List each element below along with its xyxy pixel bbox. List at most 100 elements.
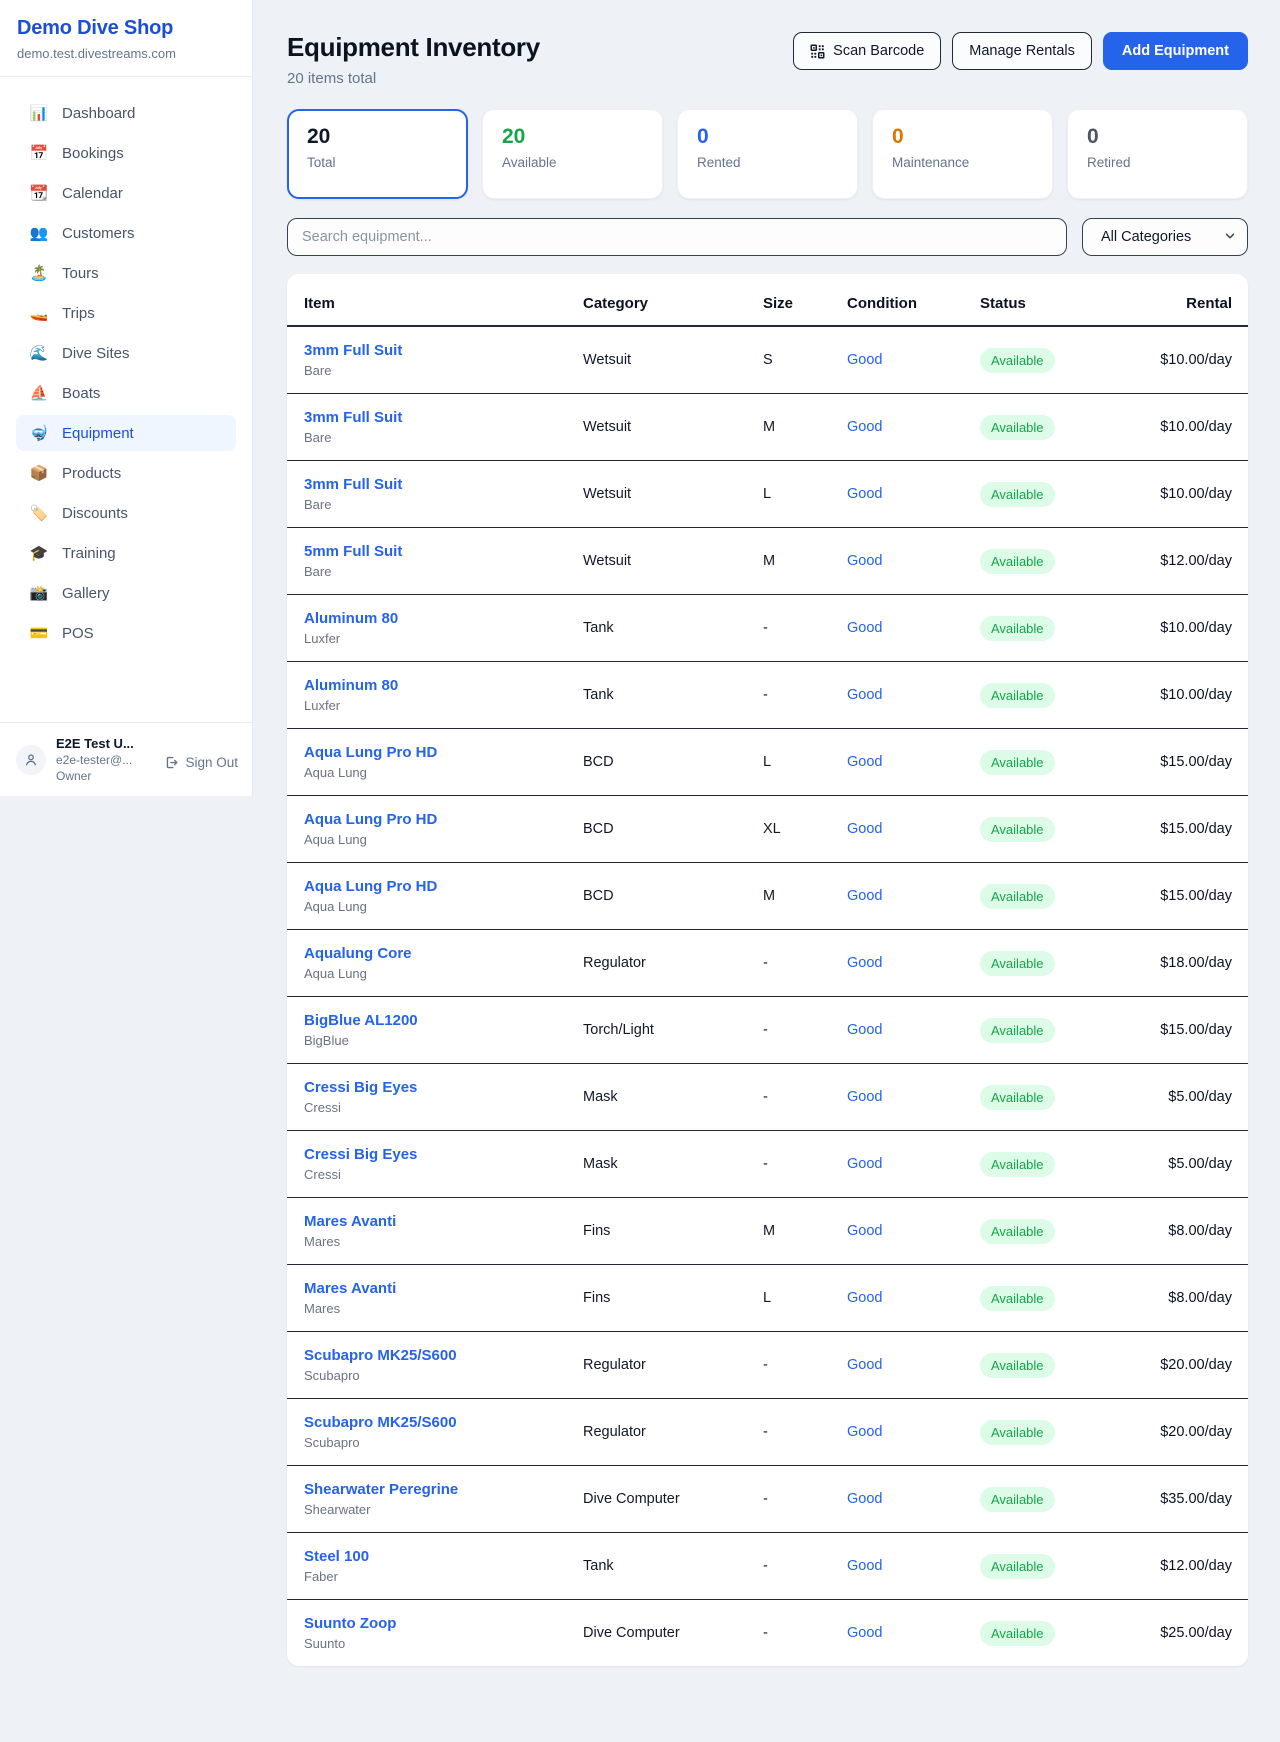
sidebar-item-calendar[interactable]: 📆 Calendar bbox=[16, 175, 236, 211]
item-brand: Scubapro bbox=[304, 1435, 583, 1450]
sidebar-item-bookings[interactable]: 📅 Bookings bbox=[16, 135, 236, 171]
item-rental: $8.00/day bbox=[1106, 1198, 1248, 1265]
sidebar-item-discounts[interactable]: 🏷️ Discounts bbox=[16, 495, 236, 531]
condition-link[interactable]: Good bbox=[847, 955, 882, 971]
col-status: Status bbox=[980, 274, 1106, 326]
item-name-link[interactable]: Aluminum 80 bbox=[304, 610, 583, 627]
col-rental: Rental bbox=[1106, 274, 1248, 326]
item-name-link[interactable]: Aluminum 80 bbox=[304, 677, 583, 694]
sign-out-button[interactable]: Sign Out bbox=[164, 755, 238, 770]
condition-link[interactable]: Good bbox=[847, 1089, 882, 1105]
status-badge: Available bbox=[980, 1420, 1055, 1445]
item-name-link[interactable]: BigBlue AL1200 bbox=[304, 1012, 583, 1029]
status-badge: Available bbox=[980, 1621, 1055, 1646]
item-name-link[interactable]: Mares Avanti bbox=[304, 1213, 583, 1230]
item-name-link[interactable]: Cressi Big Eyes bbox=[304, 1146, 583, 1163]
page-title: Equipment Inventory bbox=[287, 32, 540, 63]
item-rental: $15.00/day bbox=[1106, 997, 1248, 1064]
item-name-link[interactable]: Aqua Lung Pro HD bbox=[304, 811, 583, 828]
item-name-link[interactable]: Scubapro MK25/S600 bbox=[304, 1347, 583, 1364]
status-badge: Available bbox=[980, 1219, 1055, 1244]
scan-barcode-button[interactable]: Scan Barcode bbox=[793, 32, 941, 70]
item-category: Wetsuit bbox=[583, 326, 763, 394]
sidebar-item-customers[interactable]: 👥 Customers bbox=[16, 215, 236, 251]
sidebar-item-trips[interactable]: 🚤 Trips bbox=[16, 295, 236, 331]
sidebar-item-equipment[interactable]: 🤿 Equipment bbox=[16, 415, 236, 451]
item-name-link[interactable]: Aqua Lung Pro HD bbox=[304, 878, 583, 895]
item-rental: $5.00/day bbox=[1106, 1131, 1248, 1198]
item-category: BCD bbox=[583, 863, 763, 930]
add-equipment-button[interactable]: Add Equipment bbox=[1103, 32, 1248, 70]
table-row: Aqua Lung Pro HD Aqua Lung BCD M Good Av… bbox=[287, 863, 1248, 930]
avatar bbox=[16, 745, 46, 775]
stat-card-total[interactable]: 20 Total bbox=[287, 109, 468, 199]
sidebar-item-tours[interactable]: 🏝️ Tours bbox=[16, 255, 236, 291]
status-badge: Available bbox=[980, 1353, 1055, 1378]
item-name-link[interactable]: Cressi Big Eyes bbox=[304, 1079, 583, 1096]
stat-label: Available bbox=[502, 155, 643, 170]
item-size: M bbox=[763, 394, 847, 461]
condition-link[interactable]: Good bbox=[847, 754, 882, 770]
condition-link[interactable]: Good bbox=[847, 620, 882, 636]
condition-link[interactable]: Good bbox=[847, 1491, 882, 1507]
item-name-link[interactable]: Aqua Lung Pro HD bbox=[304, 744, 583, 761]
stat-card-retired[interactable]: 0 Retired bbox=[1067, 109, 1248, 199]
table-row: Aluminum 80 Luxfer Tank - Good Available… bbox=[287, 662, 1248, 729]
condition-link[interactable]: Good bbox=[847, 888, 882, 904]
condition-link[interactable]: Good bbox=[847, 687, 882, 703]
condition-link[interactable]: Good bbox=[847, 1558, 882, 1574]
condition-link[interactable]: Good bbox=[847, 1357, 882, 1373]
stat-label: Retired bbox=[1087, 155, 1228, 170]
tours-icon: 🏝️ bbox=[29, 264, 49, 282]
item-brand: Luxfer bbox=[304, 698, 583, 713]
sidebar-item-products[interactable]: 📦 Products bbox=[16, 455, 236, 491]
item-name-link[interactable]: Suunto Zoop bbox=[304, 1615, 583, 1632]
item-name-link[interactable]: Aqualung Core bbox=[304, 945, 583, 962]
manage-rentals-button[interactable]: Manage Rentals bbox=[952, 32, 1092, 70]
item-rental: $10.00/day bbox=[1106, 394, 1248, 461]
item-name-link[interactable]: Mares Avanti bbox=[304, 1280, 583, 1297]
items-total: 20 items total bbox=[287, 70, 540, 87]
condition-link[interactable]: Good bbox=[847, 1156, 882, 1172]
condition-link[interactable]: Good bbox=[847, 553, 882, 569]
item-size: - bbox=[763, 1064, 847, 1131]
condition-link[interactable]: Good bbox=[847, 419, 882, 435]
item-name-link[interactable]: 3mm Full Suit bbox=[304, 409, 583, 426]
logout-icon bbox=[164, 755, 179, 770]
condition-link[interactable]: Good bbox=[847, 821, 882, 837]
sidebar-item-dashboard[interactable]: 📊 Dashboard bbox=[16, 95, 236, 131]
item-name-link[interactable]: Steel 100 bbox=[304, 1548, 583, 1565]
condition-link[interactable]: Good bbox=[847, 1424, 882, 1440]
condition-link[interactable]: Good bbox=[847, 1223, 882, 1239]
sidebar-item-dive-sites[interactable]: 🌊 Dive Sites bbox=[16, 335, 236, 371]
table-row: Steel 100 Faber Tank - Good Available $1… bbox=[287, 1533, 1248, 1600]
sidebar-item-pos[interactable]: 💳 POS bbox=[16, 615, 236, 651]
condition-link[interactable]: Good bbox=[847, 486, 882, 502]
stat-card-rented[interactable]: 0 Rented bbox=[677, 109, 858, 199]
stat-card-maintenance[interactable]: 0 Maintenance bbox=[872, 109, 1053, 199]
sidebar-item-gallery[interactable]: 📸 Gallery bbox=[16, 575, 236, 611]
item-name-link[interactable]: 3mm Full Suit bbox=[304, 342, 583, 359]
item-brand: Luxfer bbox=[304, 631, 583, 646]
col-item: Item bbox=[287, 274, 583, 326]
sidebar-item-label: Training bbox=[62, 545, 116, 562]
item-rental: $15.00/day bbox=[1106, 729, 1248, 796]
condition-link[interactable]: Good bbox=[847, 352, 882, 368]
category-select[interactable]: All Categories bbox=[1082, 218, 1248, 256]
item-name-link[interactable]: 5mm Full Suit bbox=[304, 543, 583, 560]
table-row: Shearwater Peregrine Shearwater Dive Com… bbox=[287, 1466, 1248, 1533]
item-name-link[interactable]: Shearwater Peregrine bbox=[304, 1481, 583, 1498]
stat-card-available[interactable]: 20 Available bbox=[482, 109, 663, 199]
condition-link[interactable]: Good bbox=[847, 1625, 882, 1641]
item-name-link[interactable]: Scubapro MK25/S600 bbox=[304, 1414, 583, 1431]
item-name-link[interactable]: 3mm Full Suit bbox=[304, 476, 583, 493]
condition-link[interactable]: Good bbox=[847, 1022, 882, 1038]
item-brand: Mares bbox=[304, 1234, 583, 1249]
condition-link[interactable]: Good bbox=[847, 1290, 882, 1306]
sidebar-item-training[interactable]: 🎓 Training bbox=[16, 535, 236, 571]
sidebar-item-label: Gallery bbox=[62, 585, 110, 602]
table-header: Item Category Size Condition Status Rent… bbox=[287, 274, 1248, 326]
trips-icon: 🚤 bbox=[29, 304, 49, 322]
search-input[interactable] bbox=[287, 218, 1067, 256]
sidebar-item-boats[interactable]: ⛵ Boats bbox=[16, 375, 236, 411]
